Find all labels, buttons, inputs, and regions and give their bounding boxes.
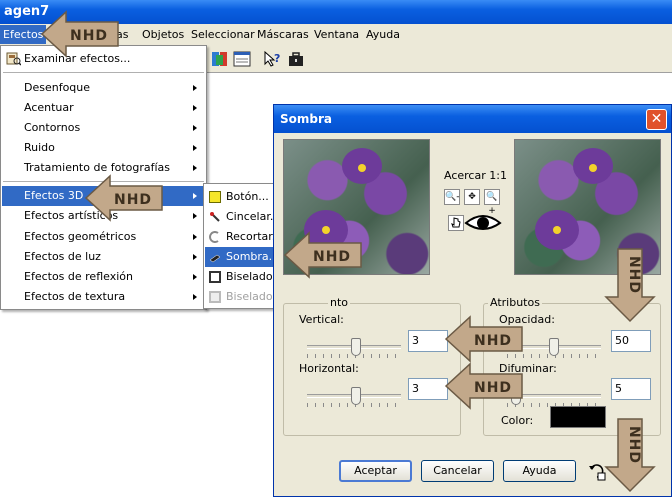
menu-item-efectos-geometricos[interactable]: Efectos geométricos: [2, 227, 205, 247]
nhd-label: NHD: [70, 28, 108, 44]
opacity-input[interactable]: 50: [611, 330, 651, 352]
submenu-arrow-icon: [193, 125, 197, 131]
dialog-title: Sombra: [280, 112, 332, 126]
attributes-group-label: Atributos: [488, 296, 542, 309]
zoom-label: Acercar 1:1: [444, 169, 507, 182]
inner-bevel-icon: [209, 271, 221, 283]
nhd-label: NHD: [626, 256, 642, 294]
window-icon[interactable]: [233, 50, 251, 68]
help-button[interactable]: Ayuda: [503, 460, 576, 482]
menu-item-efectos-luz[interactable]: Efectos de luz: [2, 247, 205, 267]
menu-item-label: Acentuar: [24, 101, 74, 114]
close-button[interactable]: ✕: [646, 109, 667, 130]
vertical-slider-thumb[interactable]: [350, 338, 361, 356]
offset-group-label: nto: [328, 296, 351, 309]
submenu-arrow-icon: [193, 165, 197, 171]
opacity-slider-thumb[interactable]: [549, 338, 559, 356]
horizontal-label: Horizontal:: [299, 362, 359, 375]
submenu-item-label: Botón...: [226, 190, 269, 203]
hand-icon: [451, 217, 461, 228]
menu-item-label: Efectos de reflexión: [24, 270, 133, 283]
menu-item-label: Efectos de textura: [24, 290, 126, 303]
menu-separator: [3, 72, 204, 73]
zoom-in-button[interactable]: 🔍+: [484, 189, 500, 216]
blur-input[interactable]: 5: [611, 378, 651, 400]
menu-item-label: Tratamiento de fotografías: [24, 161, 171, 174]
submenu-arrow-icon: [193, 274, 197, 280]
submenu-arrow-icon: [193, 193, 197, 199]
palette-icon[interactable]: [211, 50, 229, 68]
submenu-arrow-icon: [193, 85, 197, 91]
chisel-icon: [210, 212, 220, 222]
horizontal-input[interactable]: 3: [408, 378, 448, 400]
briefcase-icon[interactable]: [287, 50, 305, 68]
menu-seleccionar[interactable]: Seleccionar: [191, 27, 255, 42]
locate-button[interactable]: [448, 215, 464, 231]
menu-item-ruido[interactable]: Ruido: [2, 138, 205, 158]
menu-item-contornos[interactable]: Contornos: [2, 118, 205, 138]
preview-eye-icon[interactable]: [464, 211, 502, 235]
menu-item-label: Ruido: [24, 141, 55, 154]
menu-item-efectos-textura[interactable]: Efectos de textura: [2, 287, 205, 307]
flower-center: [358, 164, 366, 172]
nhd-arrow-down-icon: NHD: [604, 248, 656, 323]
cutout-icon: [209, 231, 219, 243]
nhd-label: NHD: [474, 380, 512, 396]
menu-item-desenfoque[interactable]: Desenfoque: [2, 78, 205, 98]
pan-button[interactable]: ✥: [464, 189, 480, 205]
zoom-out-button[interactable]: 🔍-: [444, 189, 460, 205]
svg-text:?: ?: [274, 52, 280, 65]
browse-effects-icon: [6, 52, 21, 66]
zoom-out-icon: 🔍-: [445, 192, 460, 202]
nhd-label: NHD: [114, 192, 152, 208]
submenu-arrow-icon: [193, 254, 197, 260]
submenu-arrow-icon: [193, 145, 197, 151]
menu-item-label: Efectos de luz: [24, 250, 101, 263]
menu-objetos[interactable]: Objetos: [142, 27, 184, 42]
nhd-arrow-left-icon: NHD: [84, 174, 163, 222]
submenu-arrow-icon: [193, 294, 197, 300]
vertical-input[interactable]: 3: [408, 330, 448, 352]
nhd-label: NHD: [626, 426, 642, 464]
submenu-arrow-icon: [193, 105, 197, 111]
submenu-arrow-icon: [193, 213, 197, 219]
outer-bevel-icon: [209, 291, 221, 303]
nhd-arrow-left-icon: NHD: [283, 231, 362, 279]
horizontal-slider-thumb[interactable]: [350, 387, 361, 405]
nhd-arrow-down-icon: NHD: [604, 418, 656, 493]
dialog-title-bar: Sombra: [274, 105, 671, 133]
menu-ayuda[interactable]: Ayuda: [366, 27, 400, 42]
menu-item-label: Efectos 3D: [24, 189, 84, 202]
drop-shadow-icon: [209, 254, 221, 263]
vertical-label: Vertical:: [299, 313, 344, 326]
nhd-arrow-left-icon: NHD: [444, 362, 523, 410]
nhd-arrow-left-icon: NHD: [40, 10, 119, 58]
menu-item-label: Efectos geométricos: [24, 230, 137, 243]
nhd-label: NHD: [474, 333, 512, 349]
nhd-label: NHD: [313, 249, 351, 265]
button-effect-icon: [209, 191, 221, 203]
submenu-item-label: Sombra...: [226, 250, 280, 263]
submenu-arrow-icon: [193, 234, 197, 240]
menu-ventana[interactable]: Ventana: [314, 27, 359, 42]
menu-item-label: Contornos: [24, 121, 81, 134]
nhd-arrow-left-icon: NHD: [444, 315, 523, 363]
menu-item-acentuar[interactable]: Acentuar: [2, 98, 205, 118]
context-help-icon[interactable]: ?: [263, 50, 281, 68]
color-label: Color:: [501, 414, 534, 427]
pan-icon: ✥: [468, 192, 476, 202]
color-swatch[interactable]: [550, 406, 606, 428]
menu-mascaras[interactable]: Máscaras: [257, 27, 309, 42]
ok-button[interactable]: Aceptar: [339, 460, 412, 482]
flower-center: [553, 226, 561, 234]
menu-item-efectos-reflexion[interactable]: Efectos de reflexión: [2, 267, 205, 287]
cancel-button[interactable]: Cancelar: [421, 460, 494, 482]
flower-center: [589, 164, 597, 172]
menu-item-label: Desenfoque: [24, 81, 91, 94]
